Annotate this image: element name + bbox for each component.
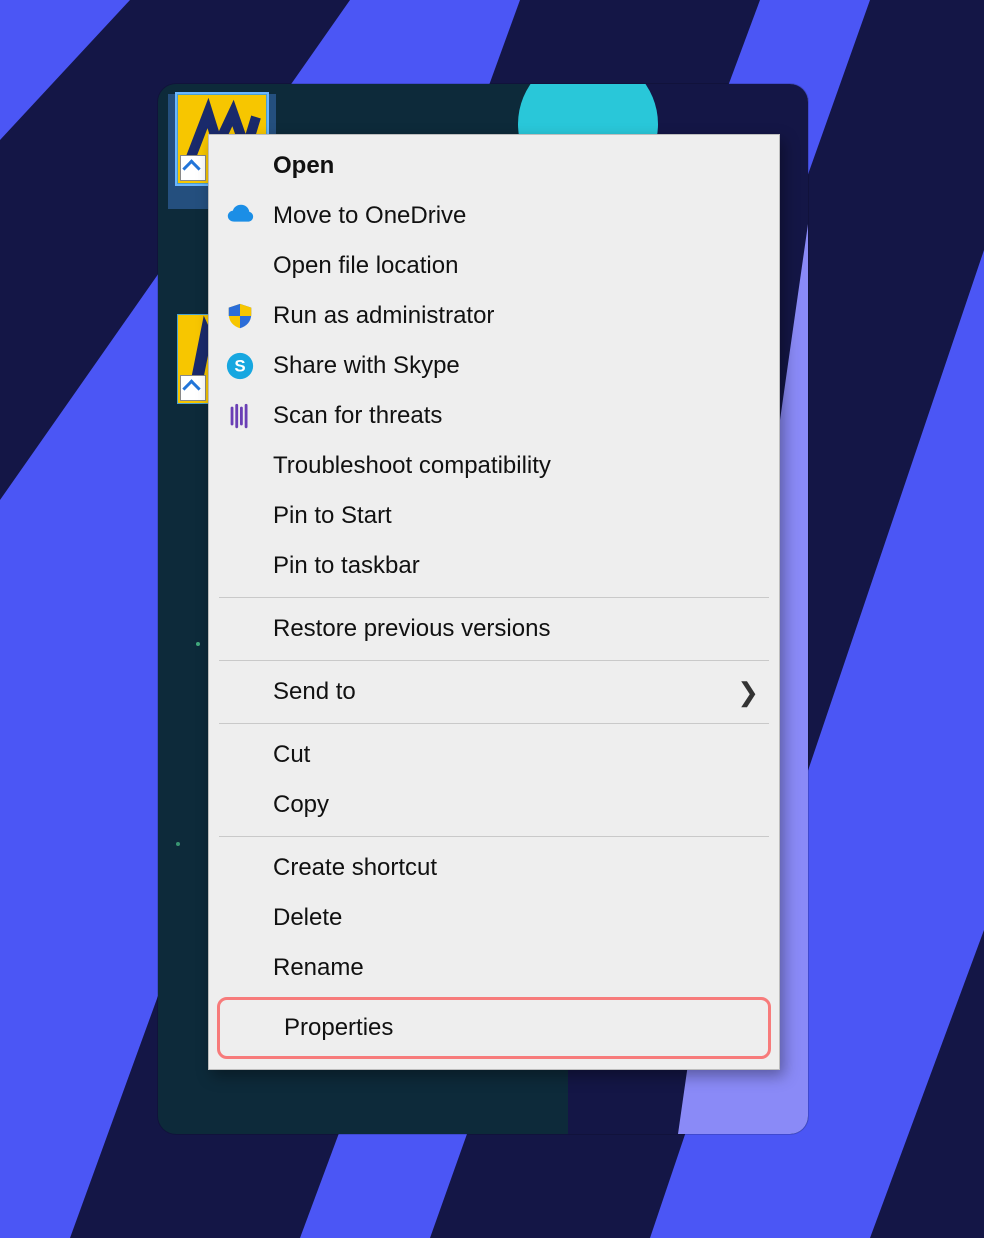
svg-text:S: S <box>234 357 245 376</box>
menu-item-label: Scan for threats <box>273 402 759 430</box>
menu-pin-to-taskbar[interactable]: Pin to taskbar <box>209 541 779 591</box>
menu-delete[interactable]: Delete <box>209 893 779 943</box>
spacer-icon <box>223 249 257 283</box>
screenshot-card: M Mi Open Move to OneDrive Open file loc… <box>158 84 808 1134</box>
menu-separator <box>219 660 769 661</box>
spacer-icon <box>223 499 257 533</box>
menu-rename[interactable]: Rename <box>209 943 779 993</box>
context-menu: Open Move to OneDrive Open file location… <box>208 134 780 1070</box>
menu-item-label: Restore previous versions <box>273 615 759 643</box>
spacer-icon <box>223 549 257 583</box>
menu-open[interactable]: Open <box>209 141 779 191</box>
skype-icon: S <box>223 349 257 383</box>
menu-scan-for-threats[interactable]: Scan for threats <box>209 391 779 441</box>
menu-item-label: Delete <box>273 904 759 932</box>
menu-send-to[interactable]: Send to ❯ <box>209 667 779 717</box>
menu-item-label: Create shortcut <box>273 854 759 882</box>
menu-separator <box>219 836 769 837</box>
menu-item-label: Rename <box>273 954 759 982</box>
menu-item-label: Open file location <box>273 252 759 280</box>
spacer-icon <box>223 851 257 885</box>
menu-separator <box>219 723 769 724</box>
menu-item-label: Pin to Start <box>273 502 759 530</box>
menu-item-label: Open <box>273 152 759 180</box>
chevron-right-icon: ❯ <box>737 677 759 708</box>
menu-restore-previous-versions[interactable]: Restore previous versions <box>209 604 779 654</box>
spacer-icon <box>223 612 257 646</box>
menu-move-to-onedrive[interactable]: Move to OneDrive <box>209 191 779 241</box>
menu-item-label: Properties <box>284 1014 748 1042</box>
menu-properties[interactable]: Properties <box>217 997 771 1059</box>
menu-open-file-location[interactable]: Open file location <box>209 241 779 291</box>
menu-separator <box>219 597 769 598</box>
onedrive-icon <box>223 199 257 233</box>
menu-item-label: Cut <box>273 741 759 769</box>
scan-threats-icon <box>223 399 257 433</box>
spacer-icon <box>223 449 257 483</box>
menu-item-label: Pin to taskbar <box>273 552 759 580</box>
menu-run-as-administrator[interactable]: Run as administrator <box>209 291 779 341</box>
spacer-icon <box>223 149 257 183</box>
spacer-icon <box>223 788 257 822</box>
menu-item-label: Copy <box>273 791 759 819</box>
spacer-icon <box>223 901 257 935</box>
spacer-icon <box>223 951 257 985</box>
spacer-icon <box>223 675 257 709</box>
menu-create-shortcut[interactable]: Create shortcut <box>209 843 779 893</box>
menu-share-with-skype[interactable]: S Share with Skype <box>209 341 779 391</box>
menu-item-label: Run as administrator <box>273 302 759 330</box>
spacer-icon <box>234 1011 268 1045</box>
menu-item-label: Troubleshoot compatibility <box>273 452 759 480</box>
spacer-icon <box>223 738 257 772</box>
menu-item-label: Send to <box>273 678 737 706</box>
menu-item-label: Move to OneDrive <box>273 202 759 230</box>
menu-copy[interactable]: Copy <box>209 780 779 830</box>
menu-cut[interactable]: Cut <box>209 730 779 780</box>
shield-icon <box>223 299 257 333</box>
menu-pin-to-start[interactable]: Pin to Start <box>209 491 779 541</box>
menu-troubleshoot-compatibility[interactable]: Troubleshoot compatibility <box>209 441 779 491</box>
menu-item-label: Share with Skype <box>273 352 759 380</box>
